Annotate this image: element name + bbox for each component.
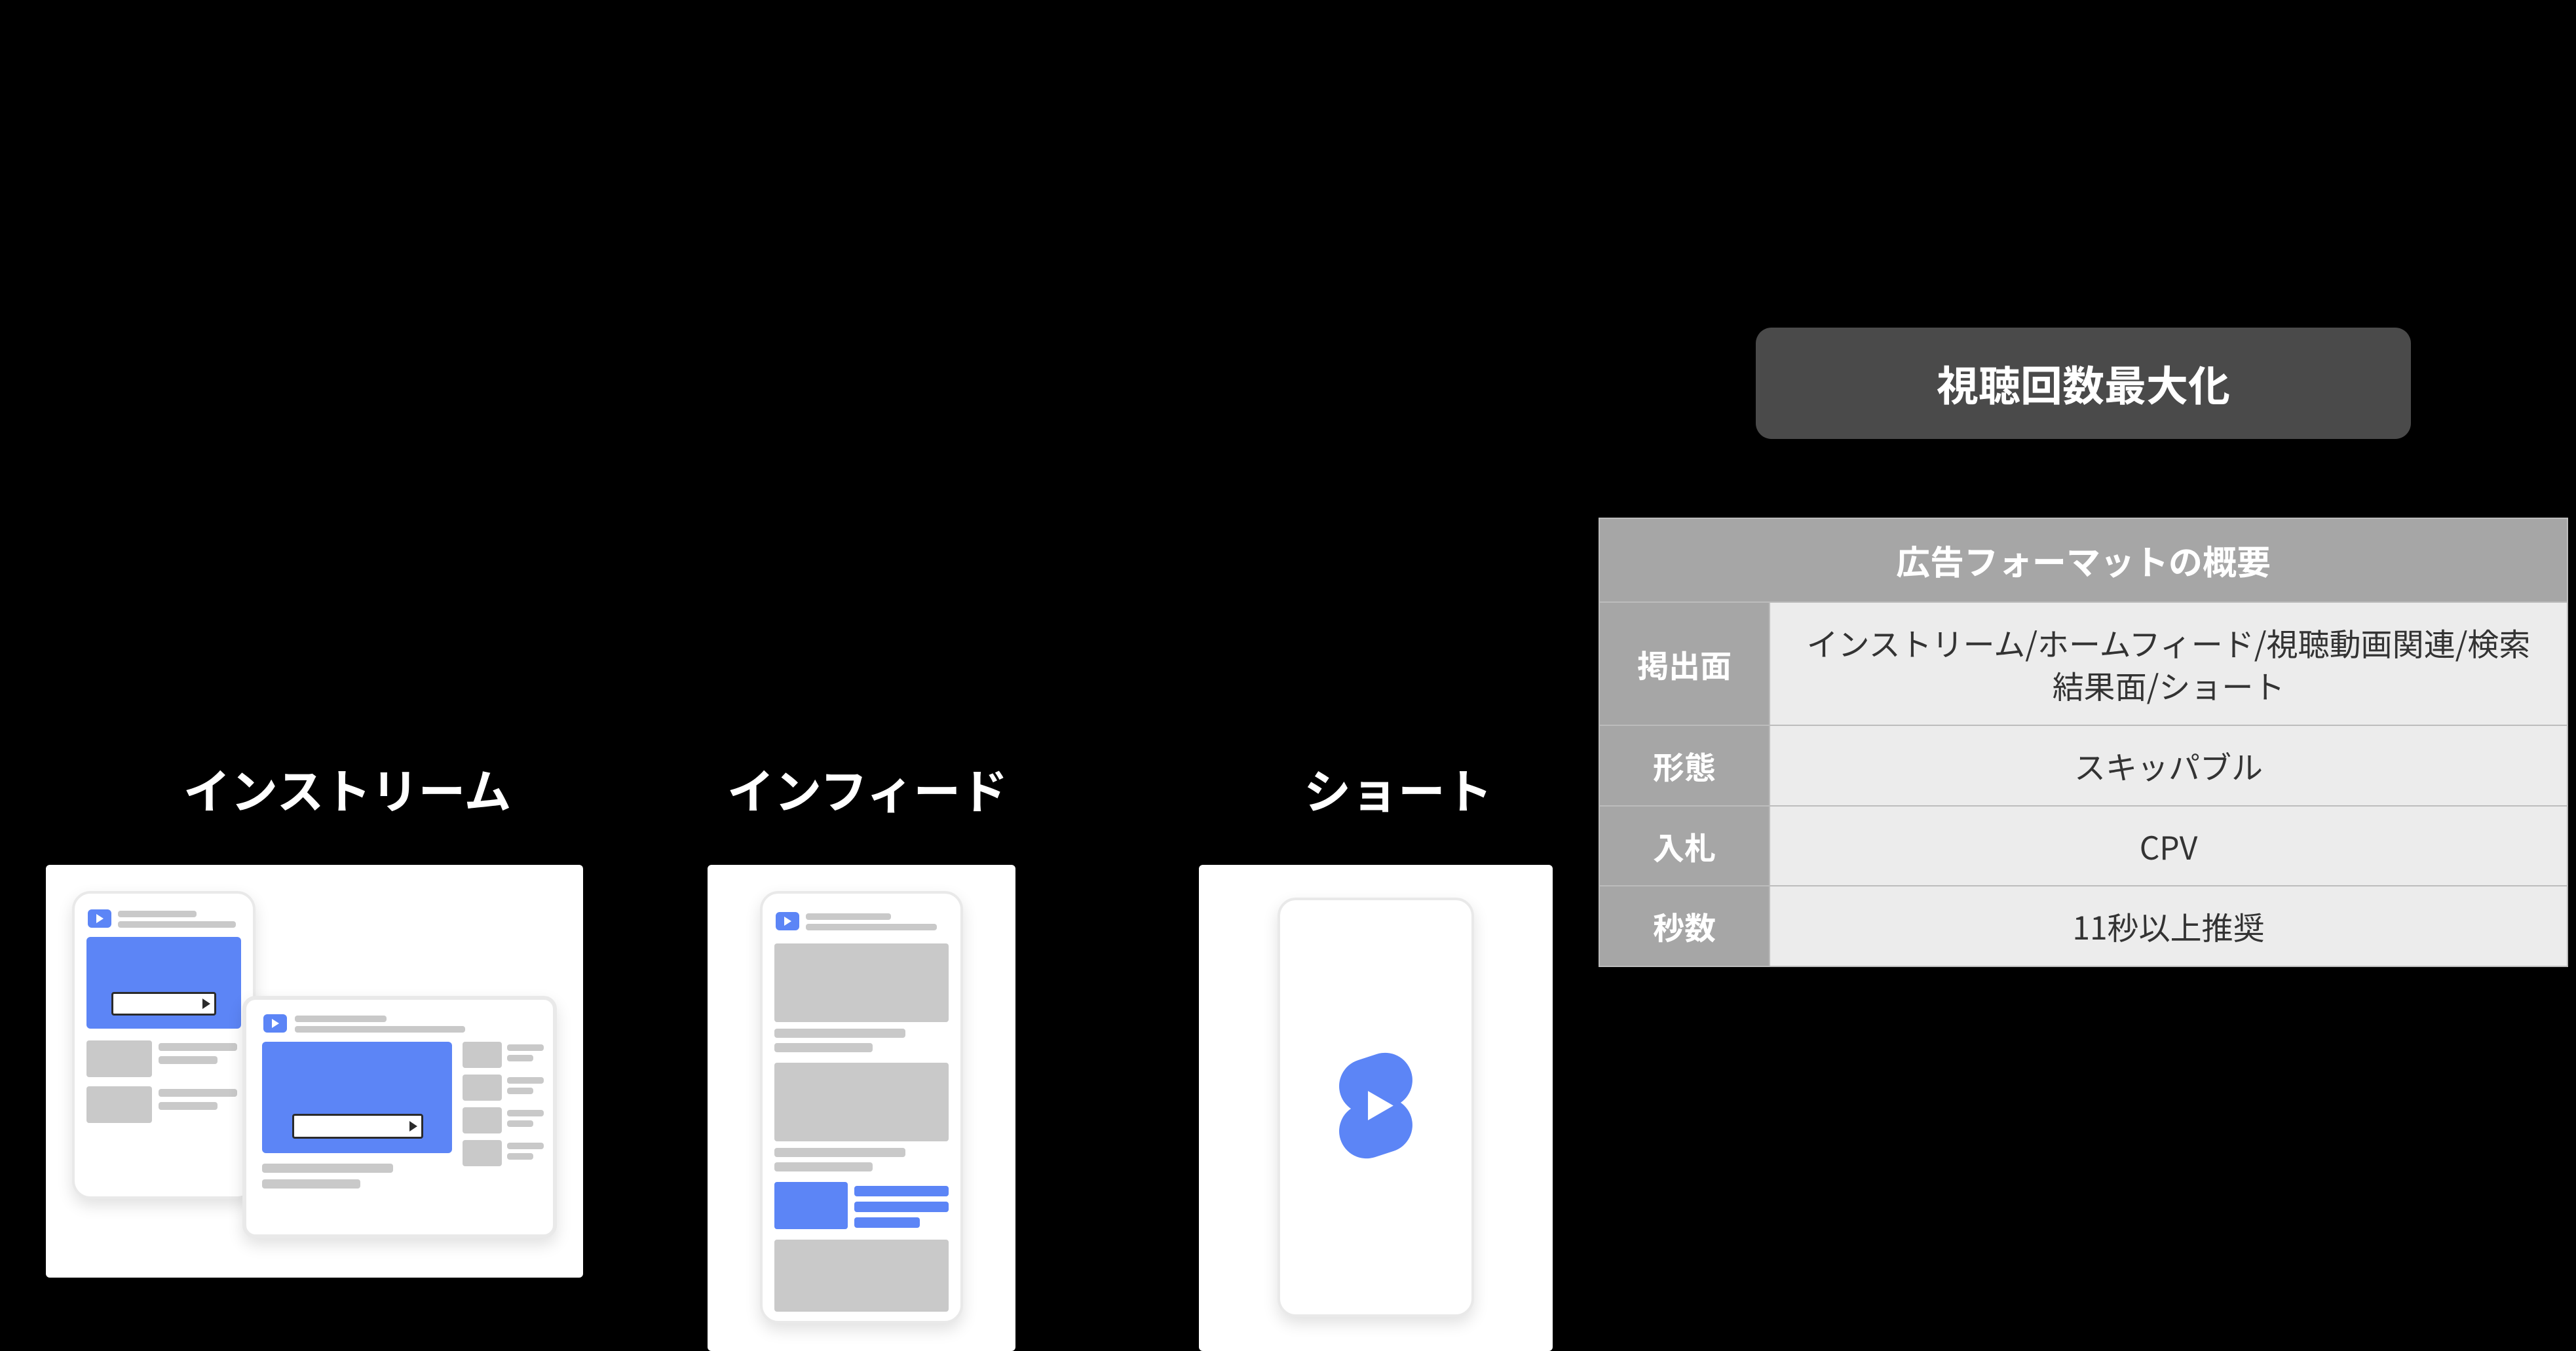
thumb-placeholder — [774, 1240, 949, 1312]
shorts-panel — [1199, 865, 1553, 1351]
seek-bar — [111, 992, 216, 1016]
row-value: スキッパブル — [1770, 725, 2567, 806]
thumb-placeholder — [774, 1063, 949, 1141]
seek-bar — [292, 1114, 423, 1139]
placeholder-bar — [118, 911, 197, 917]
placeholder-bar — [507, 1153, 533, 1160]
placeholder-bar — [295, 1026, 465, 1033]
placeholder-bar — [774, 1162, 873, 1171]
placeholder-bar — [507, 1143, 544, 1149]
placeholder-bar — [806, 913, 891, 920]
placeholder-bar — [159, 1043, 237, 1051]
row-value: インストリーム/ホームフィード/視聴動画関連/検索結果面/ショート — [1770, 602, 2567, 725]
thumb-placeholder — [463, 1075, 502, 1101]
placeholder-bar — [507, 1110, 544, 1116]
shorts-label: ショート — [1304, 753, 1492, 822]
placeholder-bar — [159, 1102, 218, 1110]
placeholder-bar — [159, 1089, 237, 1097]
play-icon — [88, 909, 111, 928]
play-icon — [263, 1014, 287, 1033]
placeholder-bar — [774, 1029, 905, 1038]
instream-phone-mock — [72, 891, 256, 1199]
table-row: 掲出面 インストリーム/ホームフィード/視聴動画関連/検索結果面/ショート — [1599, 602, 2567, 725]
placeholder-bar — [507, 1077, 544, 1084]
table-row: 秒数 11秒以上推奨 — [1599, 886, 2567, 966]
infeed-panel — [708, 865, 1015, 1351]
placeholder-bar — [507, 1120, 533, 1127]
thumb-placeholder — [463, 1042, 502, 1068]
table-row: 入札 CPV — [1599, 806, 2567, 886]
shorts-phone-mock — [1278, 898, 1474, 1317]
table-row: 形態 スキッパブル — [1599, 725, 2567, 806]
row-label: 入札 — [1599, 806, 1770, 886]
row-value: CPV — [1770, 806, 2567, 886]
thumb-placeholder — [463, 1107, 502, 1133]
thumb-placeholder — [463, 1140, 502, 1166]
row-label: 秒数 — [1599, 886, 1770, 966]
placeholder-bar — [295, 1016, 387, 1022]
placeholder-bar — [774, 1148, 905, 1157]
placeholder-bar — [262, 1179, 360, 1189]
ad-format-summary-table: 広告フォーマットの概要 掲出面 インストリーム/ホームフィード/視聴動画関連/検… — [1599, 518, 2568, 967]
thumb-placeholder — [86, 1086, 152, 1123]
infeed-phone-mock — [760, 891, 963, 1323]
placeholder-bar — [118, 921, 236, 928]
infeed-ad-line — [854, 1202, 949, 1212]
placeholder-bar — [507, 1088, 533, 1094]
row-value: 11秒以上推奨 — [1770, 886, 2567, 966]
placeholder-bar — [806, 924, 937, 930]
placeholder-bar — [774, 1043, 873, 1052]
infeed-ad-thumb — [774, 1182, 848, 1229]
instream-panel — [46, 865, 583, 1278]
thumb-placeholder — [774, 943, 949, 1022]
play-icon — [776, 912, 799, 930]
infeed-ad-line — [854, 1186, 949, 1196]
placeholder-bar — [159, 1056, 218, 1064]
thumb-placeholder — [86, 1040, 152, 1077]
row-label: 形態 — [1599, 725, 1770, 806]
infeed-ad-line — [854, 1217, 920, 1228]
placeholder-bar — [507, 1044, 544, 1051]
table-header: 広告フォーマットの概要 — [1599, 518, 2567, 602]
row-label: 掲出面 — [1599, 602, 1770, 725]
instream-laptop-mock — [242, 996, 557, 1238]
shorts-icon — [1327, 1050, 1425, 1165]
infeed-label: インフィード — [727, 753, 1008, 822]
placeholder-bar — [507, 1055, 533, 1061]
max-views-badge: 視聴回数最大化 — [1756, 328, 2411, 439]
placeholder-bar — [262, 1164, 393, 1173]
instream-label: インストリーム — [183, 753, 511, 822]
